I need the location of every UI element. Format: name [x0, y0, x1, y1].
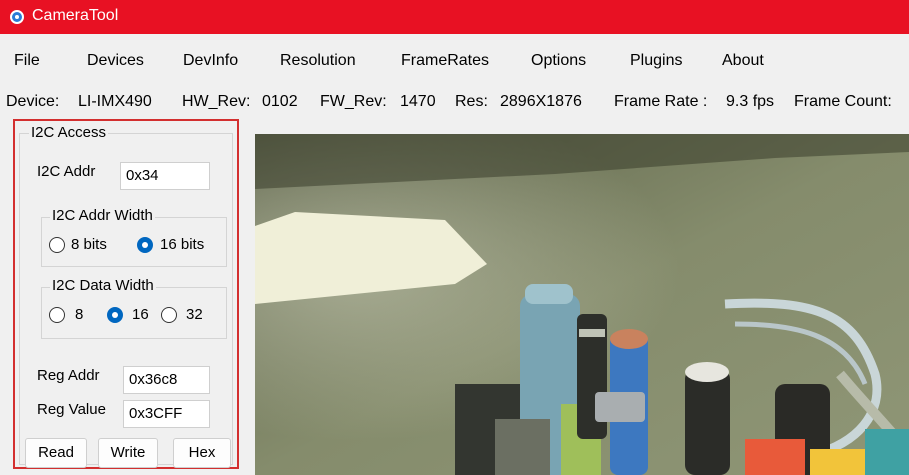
menu-resolution[interactable]: Resolution [280, 48, 356, 74]
radio-addr-8bits[interactable] [49, 237, 65, 253]
hw-rev-value: 0102 [262, 93, 298, 110]
hw-rev-label: HW_Rev: [182, 93, 251, 110]
camera-preview [255, 134, 909, 475]
radio-data-8-label: 8 [75, 306, 84, 323]
camera-preview-image [255, 134, 909, 475]
menu-devices[interactable]: Devices [87, 48, 144, 74]
radio-addr-16bits-label: 16 bits [160, 236, 205, 253]
fw-rev-value: 1470 [400, 93, 436, 110]
menu-options[interactable]: Options [531, 48, 586, 74]
i2c-access-panel: I2C Access I2C Addr 0x34 I2C Addr Width … [13, 119, 239, 469]
read-button[interactable]: Read [25, 438, 87, 468]
i2c-addr-width-title: I2C Addr Width [50, 207, 155, 225]
menu-about[interactable]: About [722, 48, 764, 74]
reg-value-label: Reg Value [37, 401, 106, 418]
device-label: Device: [6, 93, 60, 110]
write-button[interactable]: Write [98, 438, 158, 468]
reg-addr-label: Reg Addr [37, 367, 100, 384]
radio-addr-16bits[interactable] [137, 237, 153, 253]
radio-data-32[interactable] [161, 307, 177, 323]
frame-rate-label: Frame Rate : [614, 93, 708, 110]
res-value: 2896X1876 [500, 93, 582, 110]
frame-rate-value: 9.3 fps [726, 93, 775, 110]
hex-button[interactable]: Hex [173, 438, 231, 468]
menu-devinfo[interactable]: DevInfo [183, 48, 238, 74]
reg-addr-field[interactable]: 0x36c8 [123, 366, 210, 394]
app-icon [10, 10, 24, 24]
radio-data-16-label: 16 [132, 306, 149, 323]
i2c-data-width-title: I2C Data Width [50, 277, 156, 295]
radio-data-16[interactable] [107, 307, 123, 323]
i2c-addr-field[interactable]: 0x34 [120, 162, 210, 190]
reg-value-field[interactable]: 0x3CFF [123, 400, 210, 428]
fw-rev-label: FW_Rev: [320, 93, 387, 110]
i2c-addr-label: I2C Addr [37, 163, 96, 180]
title-bar: CameraTool [0, 0, 909, 34]
radio-data-8[interactable] [49, 307, 65, 323]
menu-file[interactable]: File [14, 48, 40, 74]
radio-addr-8bits-label: 8 bits [71, 236, 107, 253]
res-label: Res: [455, 93, 488, 110]
menu-bar: File Devices DevInfo Resolution FrameRat… [0, 48, 909, 74]
i2c-access-title: I2C Access [29, 124, 109, 142]
frame-count-label: Frame Count: [794, 93, 892, 110]
device-info-bar: Device: LI-IMX490 HW_Rev: 0102 FW_Rev: 1… [0, 88, 909, 116]
window-title: CameraTool [32, 7, 119, 24]
menu-framerates[interactable]: FrameRates [401, 48, 489, 74]
device-value: LI-IMX490 [78, 93, 152, 110]
menu-plugins[interactable]: Plugins [630, 48, 682, 74]
radio-data-32-label: 32 [186, 306, 203, 323]
